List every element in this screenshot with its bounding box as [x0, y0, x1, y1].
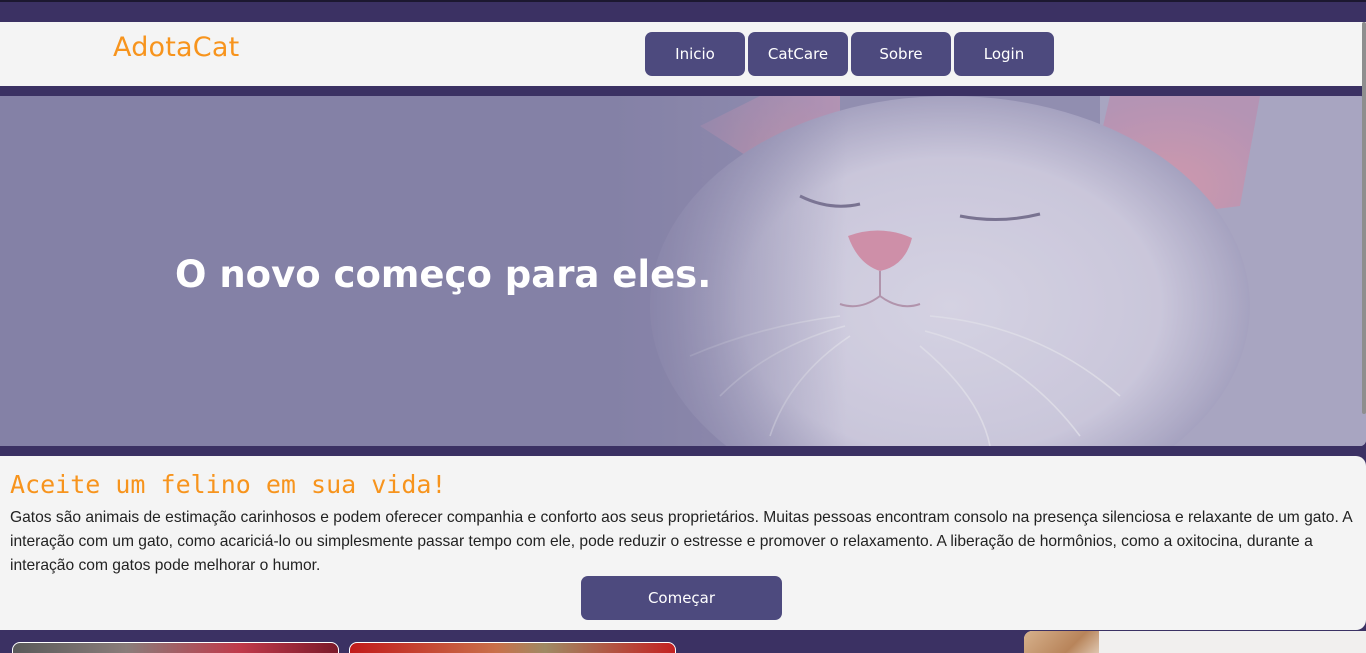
nav-sobre-button[interactable]: Sobre: [851, 32, 951, 76]
nav-login-button[interactable]: Login: [954, 32, 1054, 76]
cat-photo: [1024, 631, 1099, 653]
nav-catcare-button[interactable]: CatCare: [748, 32, 848, 76]
site-header: AdotaCat Inicio CatCare Sobre Login: [0, 22, 1366, 86]
site-logo[interactable]: AdotaCat: [113, 32, 239, 63]
intro-section: Aceite um felino em sua vida! Gatos são …: [0, 456, 1366, 630]
hero-banner: O novo começo para eles.: [0, 96, 1366, 446]
nav-inicio-button[interactable]: Inicio: [645, 32, 745, 76]
cat-card-image[interactable]: [349, 642, 676, 653]
intro-title: Aceite um felino em sua vida!: [10, 470, 447, 499]
cat-card-image[interactable]: [12, 642, 339, 653]
side-panel: [1024, 631, 1366, 653]
main-nav: Inicio CatCare Sobre Login: [645, 32, 1054, 76]
top-strip: [0, 0, 1366, 22]
page-scrollbar[interactable]: [1362, 22, 1366, 414]
intro-paragraph: Gatos são animais de estimação carinhoso…: [10, 509, 1352, 574]
hero-title: O novo começo para eles.: [175, 253, 712, 296]
start-button[interactable]: Começar: [581, 576, 782, 620]
